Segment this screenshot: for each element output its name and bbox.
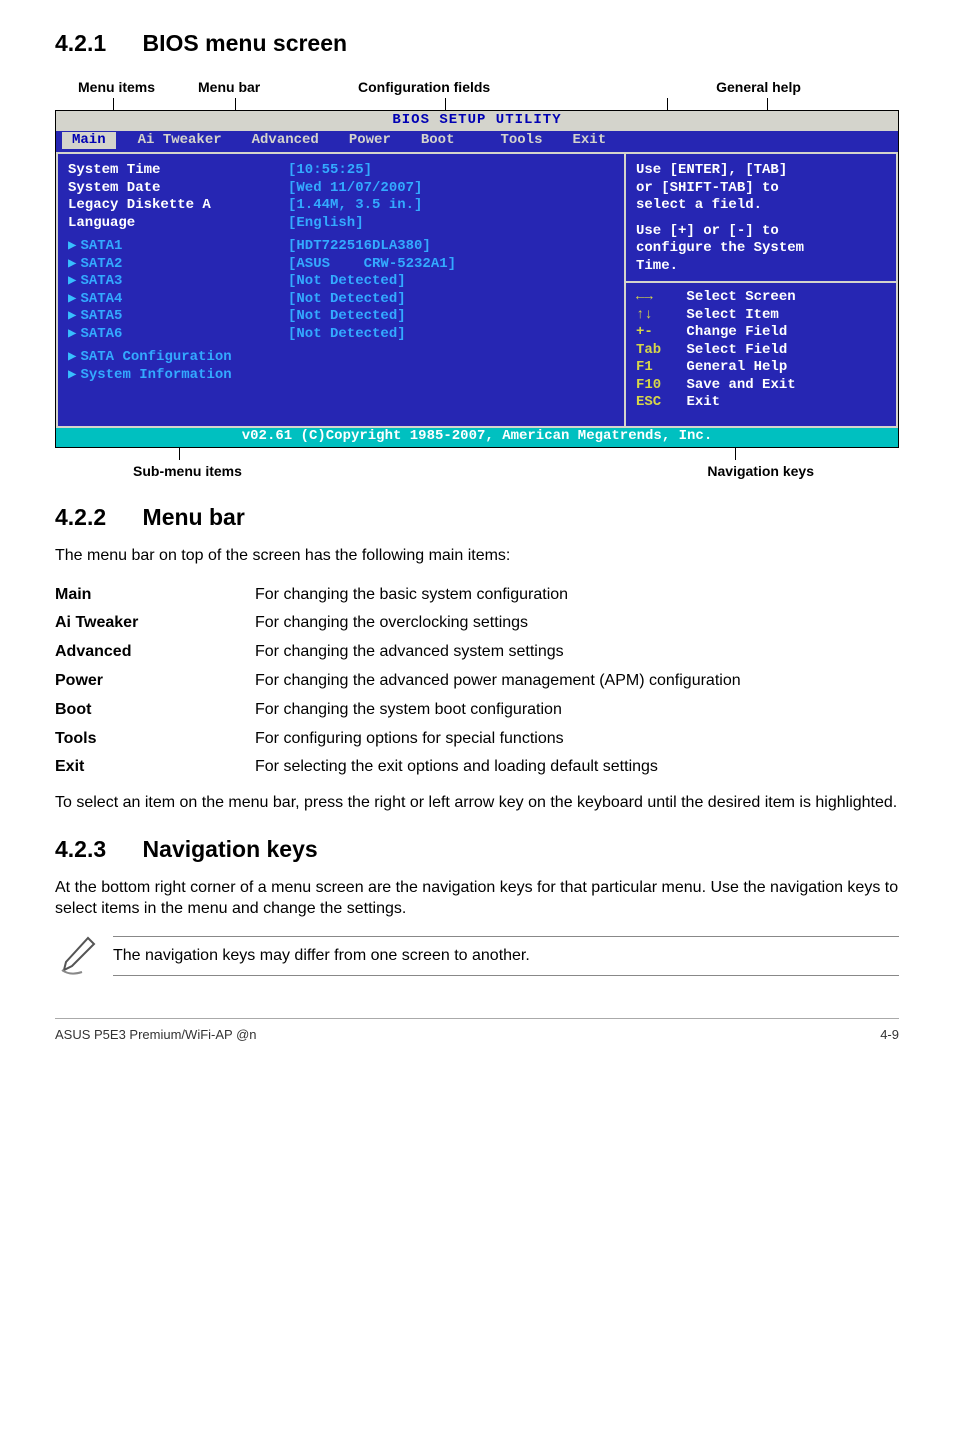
pencil-icon [55,934,101,978]
def-row-power: PowerFor changing the advanced power man… [55,667,899,696]
bios-left-panel: System Time [10:55:25] System Date [Wed … [58,154,626,426]
footer-left: ASUS P5E3 Premium/WiFi-AP @n [55,1027,257,1042]
row-sata-config[interactable]: ▶SATA Configuration [68,349,614,367]
help-text: Use [ENTER], [TAB] or [SHIFT-TAB] to sel… [636,162,886,275]
section2-outro: To select an item on the menu bar, press… [55,792,899,814]
def-row-exit: ExitFor selecting the exit options and l… [55,753,899,782]
bios-tab-main[interactable]: Main [62,132,116,150]
bios-tab-ai[interactable]: Ai Tweaker [130,132,230,150]
triangle-icon: ▶ [68,326,76,342]
bios-copyright: v02.61 (C)Copyright 1985-2007, American … [56,428,898,448]
menu-definitions-table: MainFor changing the basic system config… [55,581,899,783]
def-row-boot: BootFor changing the system boot configu… [55,696,899,725]
bios-screenshot: BIOS SETUP UTILITY Main Ai Tweaker Advan… [55,110,899,448]
row-sata3[interactable]: ▶SATA3 [Not Detected] [68,273,614,291]
triangle-icon: ▶ [68,349,76,365]
row-system-info[interactable]: ▶System Information [68,367,614,385]
triangle-icon: ▶ [68,273,76,289]
row-sata1[interactable]: ▶SATA1 [HDT722516DLA380] [68,238,614,256]
nav-keys-block: ←→ Select Screen ↑↓ Select Item +- Chang… [626,281,896,412]
bios-sub-labels: Sub-menu items Navigation keys [55,463,899,479]
note-text: The navigation keys may differ from one … [113,936,899,976]
section2-intro: The menu bar on top of the screen has th… [55,545,899,567]
annotation-ticks-bottom [55,448,899,460]
row-sata6[interactable]: ▶SATA6 [Not Detected] [68,326,614,344]
row-sata2[interactable]: ▶SATA2 [ASUS CRW-5232A1] [68,256,614,274]
section-heading-423: 4.2.3 Navigation keys [55,836,899,863]
section-heading-422: 4.2.2 Menu bar [55,504,899,531]
bios-tab-power[interactable]: Power [341,132,399,150]
bios-right-panel: Use [ENTER], [TAB] or [SHIFT-TAB] to sel… [626,154,896,426]
row-sata5[interactable]: ▶SATA5 [Not Detected] [68,308,614,326]
row-legacy-diskette[interactable]: Legacy Diskette A [1.44M, 3.5 in.] [68,197,614,215]
bios-annotation-labels: Menu items Menu bar Configuration fields… [55,79,899,95]
section-num: 4.2.1 [55,30,106,57]
triangle-icon: ▶ [68,367,76,383]
section-title: Menu bar [143,504,245,530]
section-num: 4.2.3 [55,836,106,863]
bios-tab-boot[interactable]: Boot [413,132,463,150]
note-callout: The navigation keys may differ from one … [55,934,899,978]
section-heading-421: 4.2.1 BIOS menu screen [55,30,899,57]
triangle-icon: ▶ [68,308,76,324]
page-footer: ASUS P5E3 Premium/WiFi-AP @n 4-9 [55,1018,899,1042]
bios-tab-tools[interactable]: Tools [492,132,550,150]
label-config-fields: Configuration fields [358,79,618,95]
bios-tab-exit[interactable]: Exit [564,132,614,150]
label-navigation-keys: Navigation keys [707,463,814,479]
label-menu-bar: Menu bar [198,79,358,95]
annotation-ticks-top [55,98,899,110]
triangle-icon: ▶ [68,238,76,254]
section-title: Navigation keys [143,836,318,862]
row-language[interactable]: Language [English] [68,215,614,233]
row-system-date[interactable]: System Date [Wed 11/07/2007] [68,180,614,198]
arrows-lr-icon: ←→ [636,289,653,305]
section3-body: At the bottom right corner of a menu scr… [55,877,899,920]
label-menu-items: Menu items [78,79,198,95]
triangle-icon: ▶ [68,291,76,307]
def-row-main: MainFor changing the basic system config… [55,581,899,610]
footer-page-number: 4-9 [880,1027,899,1042]
label-submenu-items: Sub-menu items [133,463,242,479]
bios-body: System Time [10:55:25] System Date [Wed … [56,152,898,428]
row-system-time[interactable]: System Time [10:55:25] [68,162,614,180]
arrows-ud-icon: ↑↓ [636,307,653,323]
def-row-advanced: AdvancedFor changing the advanced system… [55,638,899,667]
section-title: BIOS menu screen [143,30,348,56]
def-row-ai: Ai TweakerFor changing the overclocking … [55,609,899,638]
label-general-help: General help [618,79,899,95]
section-num: 4.2.2 [55,504,106,531]
triangle-icon: ▶ [68,256,76,272]
bios-menubar: Main Ai Tweaker Advanced Power Boot Tool… [56,131,898,153]
bios-title: BIOS SETUP UTILITY [56,111,898,131]
bios-tab-advanced[interactable]: Advanced [244,132,327,150]
def-row-tools: ToolsFor configuring options for special… [55,725,899,754]
row-sata4[interactable]: ▶SATA4 [Not Detected] [68,291,614,309]
